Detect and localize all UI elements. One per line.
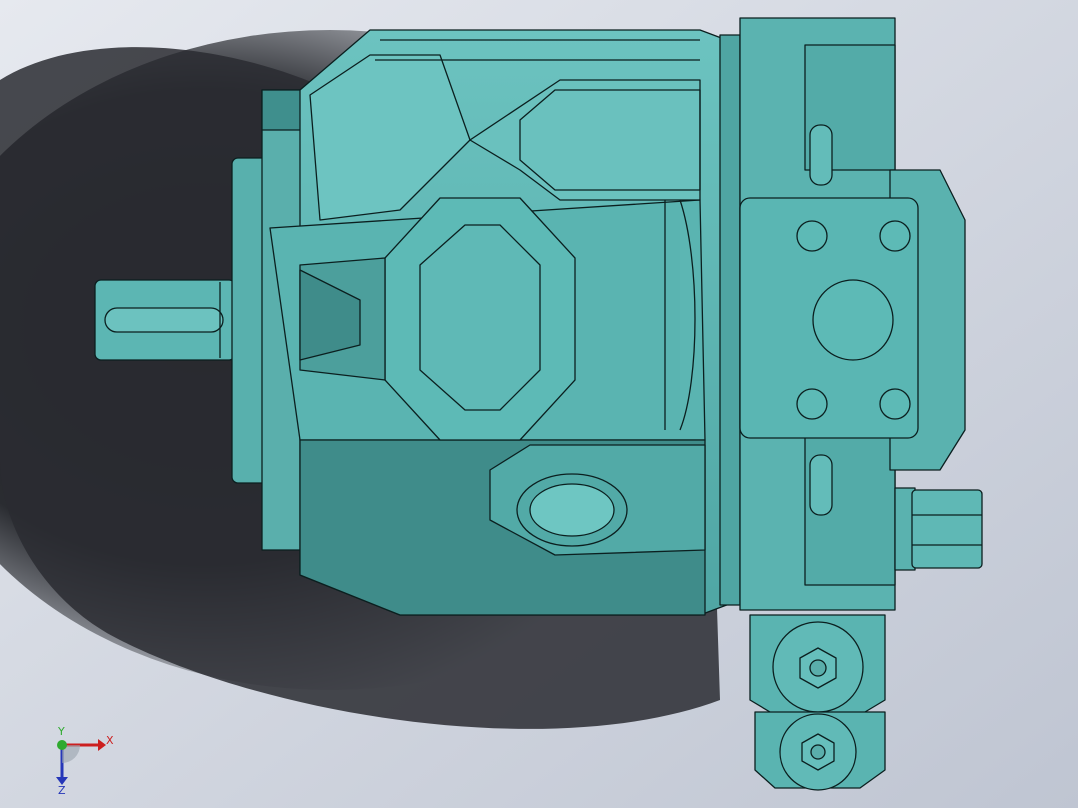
- z-axis-label: Z: [58, 784, 66, 795]
- y-axis-dot: [57, 740, 67, 750]
- bolt-hole-4: [879, 388, 911, 420]
- x-axis-arrowhead: [98, 739, 106, 751]
- x-axis-label: X: [106, 734, 114, 747]
- shaft-keyway: [104, 307, 224, 333]
- side-fitting: [911, 489, 983, 569]
- y-axis-label: Y: [57, 725, 65, 738]
- 3d-viewport[interactable]: X Y Z: [0, 0, 1078, 808]
- pump-model-render[interactable]: [0, 0, 1078, 808]
- port-opening: [812, 279, 894, 361]
- bolt-hole-2: [879, 220, 911, 252]
- bolt-hole-1: [796, 220, 828, 252]
- lower-port-hole: [529, 483, 615, 537]
- end-cover: [719, 34, 741, 606]
- axis-triad: X Y Z: [56, 725, 114, 795]
- bolt-hole-3: [796, 388, 828, 420]
